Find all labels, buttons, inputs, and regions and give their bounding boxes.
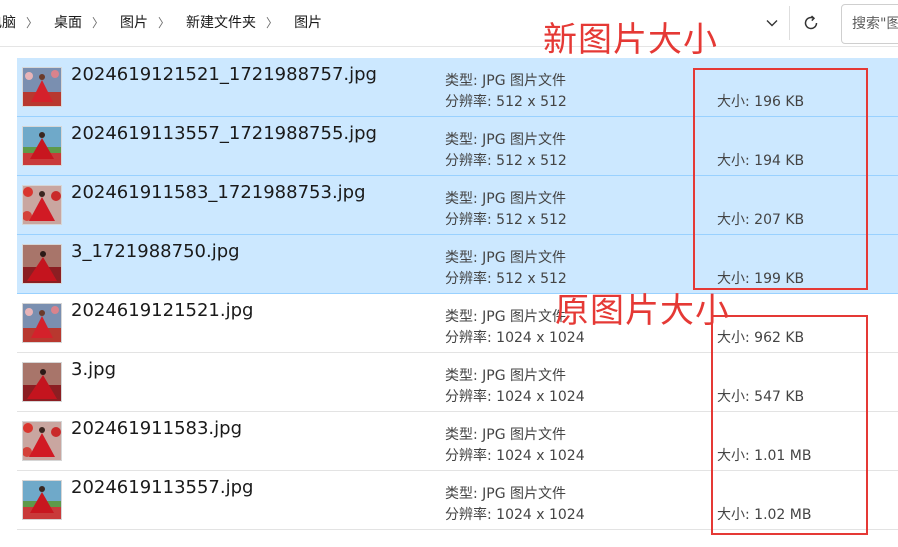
breadcrumb-item-desktop[interactable]: 桌面 [44,12,86,32]
refresh-icon [804,15,818,30]
chevron-right-icon[interactable]: 〉 [20,14,44,31]
image-thumbnail [22,185,62,225]
refresh-button[interactable] [794,6,828,40]
address-history-dropdown-button[interactable] [758,8,786,38]
search-input[interactable]: 搜索"图 [841,4,898,44]
image-thumbnail [22,303,62,343]
file-type: 类型: JPG 图片文件 [445,309,567,325]
file-resolution: 分辨率: 1024 x 1024 [445,507,585,523]
breadcrumb-item-new-folder[interactable]: 新建文件夹 [176,12,260,32]
file-type: 类型: JPG 图片文件 [445,73,567,89]
file-type: 类型: JPG 图片文件 [445,250,567,266]
file-name: 202461911583.jpg [71,418,242,439]
file-resolution: 分辨率: 1024 x 1024 [445,389,585,405]
file-resolution: 分辨率: 512 x 512 [445,212,567,228]
new-size-highlight-box [693,68,868,290]
chevron-right-icon[interactable]: 〉 [152,14,176,31]
file-type: 类型: JPG 图片文件 [445,486,567,502]
file-resolution: 分辨率: 512 x 512 [445,153,567,169]
file-type: 类型: JPG 图片文件 [445,427,567,443]
file-type: 类型: JPG 图片文件 [445,368,567,384]
file-name: 202461911583_1721988753.jpg [71,182,366,203]
image-thumbnail [22,362,62,402]
chevron-down-icon [766,20,778,27]
address-bar: 电脑 〉 桌面 〉 图片 〉 新建文件夹 〉 图片 搜索"图 [0,0,898,47]
file-name: 2024619113557.jpg [71,477,254,498]
image-thumbnail [22,480,62,520]
file-type: 类型: JPG 图片文件 [445,132,567,148]
toolbar-divider [789,6,790,40]
file-name: 2024619113557_1721988755.jpg [71,123,377,144]
file-resolution: 分辨率: 512 x 512 [445,94,567,110]
breadcrumb-item-current[interactable]: 图片 [284,12,326,32]
file-name: 3.jpg [71,359,117,380]
chevron-right-icon[interactable]: 〉 [260,14,284,31]
image-thumbnail [22,421,62,461]
file-type: 类型: JPG 图片文件 [445,191,567,207]
chevron-right-icon[interactable]: 〉 [86,14,110,31]
file-resolution: 分辨率: 512 x 512 [445,271,567,287]
original-size-highlight-box [711,315,868,535]
file-name: 3_1721988750.jpg [71,241,240,262]
file-name: 2024619121521.jpg [71,300,254,321]
breadcrumb-item-pictures[interactable]: 图片 [110,12,152,32]
original-size-annotation: 原图片大小 [555,291,730,331]
breadcrumb-item-computer[interactable]: 电脑 [0,12,20,32]
image-thumbnail [22,67,62,107]
file-resolution: 分辨率: 1024 x 1024 [445,448,585,464]
new-size-annotation: 新图片大小 [543,20,718,60]
file-name: 2024619121521_1721988757.jpg [71,64,377,85]
image-thumbnail [22,244,62,284]
image-thumbnail [22,126,62,166]
